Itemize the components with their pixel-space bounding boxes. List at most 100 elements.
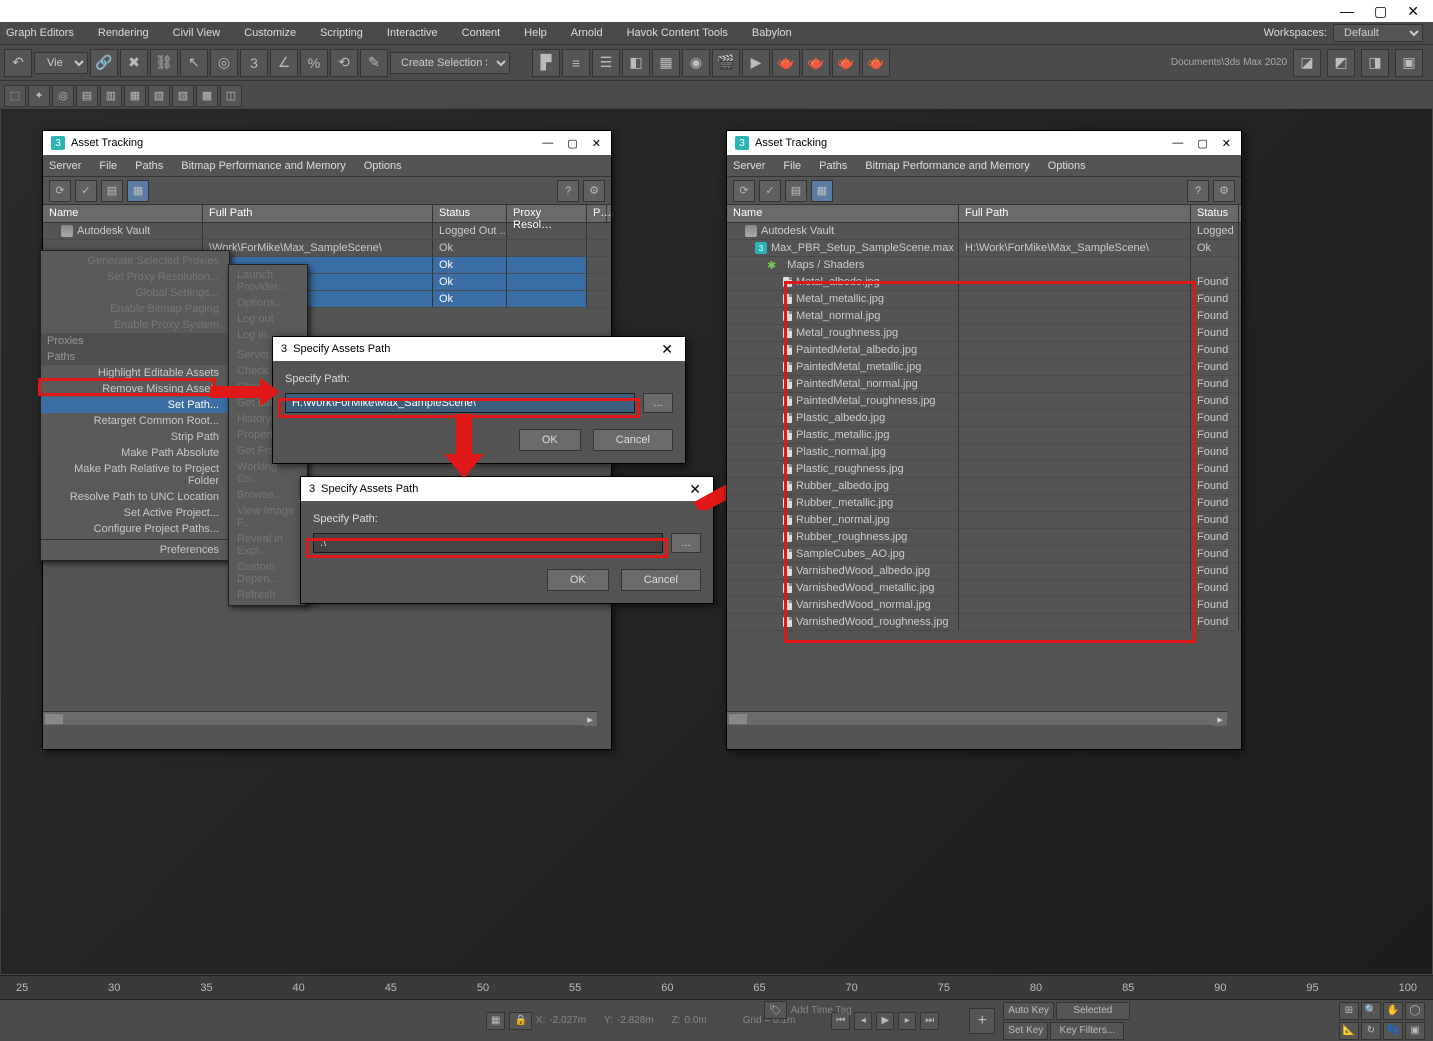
menu-item[interactable]: Enable Bitmap Paging — [41, 301, 229, 317]
help-button[interactable]: ? — [557, 180, 579, 202]
col-p[interactable]: P… — [587, 205, 607, 222]
maximize-icon[interactable]: ▢ — [567, 137, 577, 150]
next-frame-button[interactable]: ▸ — [898, 1012, 916, 1030]
layers-button[interactable]: ☰ — [592, 49, 620, 77]
walk-button[interactable]: 👣 — [1383, 1022, 1403, 1040]
teapot2-button[interactable]: 🫖 — [802, 49, 830, 77]
panel-titlebar[interactable]: 3 Asset Tracking — ▢ ✕ — [43, 131, 611, 155]
panel-menu-bitmap-performance-and-memory[interactable]: Bitmap Performance and Memory — [865, 160, 1029, 172]
menu-scripting[interactable]: Scripting — [320, 25, 363, 41]
teapot3-button[interactable]: 🫖 — [832, 49, 860, 77]
table-button[interactable]: ▦ — [127, 180, 149, 202]
undo-button[interactable]: ↶ — [4, 49, 32, 77]
menu-arnold[interactable]: Arnold — [571, 25, 603, 41]
key-mode-button[interactable]: + — [969, 1008, 995, 1034]
curve-editor-button[interactable]: ◧ — [622, 49, 650, 77]
menu-item-set-path-[interactable]: Set Path... — [41, 397, 229, 413]
col-fullpath[interactable]: Full Path — [959, 205, 1191, 222]
menu-rendering[interactable]: Rendering — [98, 25, 149, 41]
submenu-item[interactable]: Reveal in Expl... — [229, 531, 307, 559]
submenu-item[interactable]: Log out — [229, 311, 307, 327]
close-icon[interactable]: ✕ — [1222, 137, 1231, 150]
check-button[interactable]: ✓ — [759, 180, 781, 202]
render-frame-button[interactable]: ▶ — [742, 49, 770, 77]
horizontal-scrollbar[interactable]: ▸ — [727, 711, 1227, 725]
edit-selection-button[interactable]: ✎ — [360, 49, 388, 77]
menu-babylon[interactable]: Babylon — [752, 25, 792, 41]
workspaces-dropdown[interactable]: Default — [1333, 24, 1423, 42]
sec-btn-1[interactable]: ⬚ — [4, 85, 26, 107]
minimize-icon[interactable]: — — [1172, 137, 1183, 150]
pan-button[interactable]: ✋ — [1383, 1002, 1403, 1020]
menu-item[interactable]: Enable Proxy System — [41, 317, 229, 333]
teapot4-button[interactable]: 🫖 — [862, 49, 890, 77]
menu-item-make-path-relative-to-project-folder[interactable]: Make Path Relative to Project Folder — [41, 461, 229, 489]
settings-button[interactable]: ⚙ — [1213, 180, 1235, 202]
prev-frame-button[interactable]: ◂ — [854, 1012, 872, 1030]
file-row[interactable]: Metal_roughness.jpgFound — [727, 325, 1241, 342]
unlink-button[interactable]: ✖ — [120, 49, 148, 77]
browse-button[interactable]: ... — [671, 533, 701, 553]
ok-button[interactable]: OK — [547, 569, 609, 591]
set-key-button[interactable]: Set Key — [1003, 1022, 1048, 1040]
submenu-item[interactable]: Custom Depen... — [229, 559, 307, 587]
path-input[interactable] — [313, 533, 663, 553]
file-row[interactable]: Plastic_roughness.jpgFound — [727, 461, 1241, 478]
check-button[interactable]: ✓ — [75, 180, 97, 202]
sec-btn-8[interactable]: ▨ — [172, 85, 194, 107]
maps-shaders-row[interactable]: ✱ Maps / Shaders — [727, 257, 1241, 274]
manipulate-button[interactable]: ◎ — [210, 49, 238, 77]
horizontal-scrollbar[interactable]: ▸ — [43, 711, 597, 725]
col-name[interactable]: Name — [727, 205, 959, 222]
submenu-item[interactable]: Launch Provider... — [229, 267, 307, 295]
tree-button[interactable]: ▤ — [785, 180, 807, 202]
panel-menu-paths[interactable]: Paths — [819, 160, 847, 172]
menu-havok-content-tools[interactable]: Havok Content Tools — [627, 25, 728, 41]
key-filters-button[interactable]: Key Filters... — [1050, 1022, 1124, 1040]
percent-snap-button[interactable]: % — [300, 49, 328, 77]
refresh-button[interactable]: ⟳ — [733, 180, 755, 202]
dialog-titlebar[interactable]: 3 Specify Assets Path ✕ — [273, 337, 685, 361]
snap-button[interactable]: 3 — [240, 49, 268, 77]
cancel-button[interactable]: Cancel — [621, 569, 701, 591]
schematic-button[interactable]: ▦ — [652, 49, 680, 77]
menu-customize[interactable]: Customize — [244, 25, 296, 41]
menu-civil-view[interactable]: Civil View — [173, 25, 220, 41]
menu-item[interactable]: Set Proxy Resolution... — [41, 269, 229, 285]
col-name[interactable]: Name — [43, 205, 203, 222]
settings-button[interactable]: ⚙ — [583, 180, 605, 202]
toolbar-extra1[interactable]: ◪ — [1293, 49, 1321, 77]
file-row[interactable]: Metal_normal.jpgFound — [727, 308, 1241, 325]
submenu-item[interactable]: Refresh — [229, 587, 307, 603]
timeline[interactable]: 253035404550556065707580859095100 — [0, 975, 1433, 999]
col-status[interactable]: Status — [1191, 205, 1239, 222]
file-row[interactable]: Rubber_normal.jpgFound — [727, 512, 1241, 529]
panel-titlebar[interactable]: 3 Asset Tracking — ▢ ✕ — [727, 131, 1241, 155]
file-row[interactable]: Rubber_metallic.jpgFound — [727, 495, 1241, 512]
menu-item-strip-path[interactable]: Strip Path — [41, 429, 229, 445]
link-button[interactable]: 🔗 — [90, 49, 118, 77]
close-icon[interactable]: ✕ — [592, 137, 601, 150]
material-editor-button[interactable]: ◉ — [682, 49, 710, 77]
refresh-button[interactable]: ⟳ — [49, 180, 71, 202]
selection-set-dropdown[interactable]: Create Selection Se — [390, 52, 510, 74]
menu-item-remove-missing-assets[interactable]: Remove Missing Assets — [41, 381, 229, 397]
menu-item-resolve-path-to-unc-location[interactable]: Resolve Path to UNC Location — [41, 489, 229, 505]
play-button[interactable]: ▶ — [876, 1012, 894, 1030]
file-row[interactable]: PaintedMetal_normal.jpgFound — [727, 376, 1241, 393]
file-row[interactable]: Metal_albedo.jpgFound — [727, 274, 1241, 291]
menu-item-make-path-absolute[interactable]: Make Path Absolute — [41, 445, 229, 461]
file-row[interactable]: VarnishedWood_normal.jpgFound — [727, 597, 1241, 614]
file-row[interactable]: PaintedMetal_roughness.jpgFound — [727, 393, 1241, 410]
teapot1-button[interactable]: 🫖 — [772, 49, 800, 77]
select-button[interactable]: ↖ — [180, 49, 208, 77]
col-status[interactable]: Status — [433, 205, 507, 222]
tree-button[interactable]: ▤ — [101, 180, 123, 202]
menu-item-set-active-project-[interactable]: Set Active Project... — [41, 505, 229, 521]
menu-item[interactable]: Generate Selected Proxies — [41, 253, 229, 269]
panel-menu-file[interactable]: File — [783, 160, 801, 172]
close-icon[interactable]: ✕ — [661, 341, 685, 358]
submenu-item[interactable]: Options... — [229, 295, 307, 311]
table-button[interactable]: ▦ — [811, 180, 833, 202]
orbit-button[interactable]: ◯ — [1405, 1002, 1425, 1020]
